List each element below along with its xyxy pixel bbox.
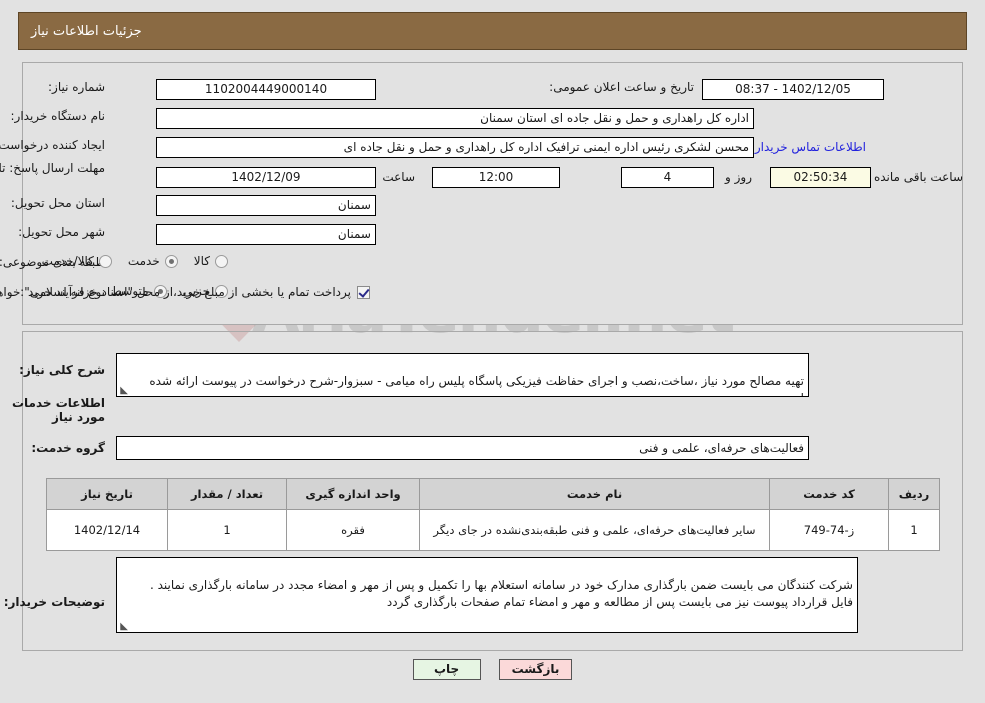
buyer-org-row: نام دستگاه خریدار: (11, 109, 106, 123)
need-number-label: شماره نیاز: (48, 80, 105, 94)
category-option-kala[interactable]: کالا (194, 254, 228, 268)
countdown-timer-value: 02:50:34 (770, 167, 871, 188)
col-index: ردیف (888, 478, 940, 510)
buyer-org-value: اداره کل راهداری و حمل و نقل جاده ای است… (156, 108, 754, 129)
radio-icon[interactable] (164, 254, 178, 268)
cell-unit: فقره (286, 509, 420, 551)
service-group-label: گروه خدمت: (31, 441, 105, 455)
page-header: جزئیات اطلاعات نیاز (18, 12, 967, 50)
announce-label-row: تاریخ و ساعت اعلان عمومی: (549, 80, 694, 94)
days-remaining-value: 4 (621, 167, 714, 188)
table-row: 1 ز-74-749 سایر فعالیت‌های حرفه‌ای، علمی… (46, 509, 940, 551)
requester-value: محسن لشکری رئیس اداره ایمنی ترافیک اداره… (156, 137, 754, 158)
province-row: استان محل تحویل: (11, 196, 105, 210)
col-code: کد خدمت (769, 478, 889, 510)
resize-grip-icon[interactable]: ◣ (119, 622, 128, 632)
resize-grip-icon[interactable]: ◣ (119, 386, 128, 396)
buyer-notes-text: شرکت کنندگان می بایست ضمن بارگذاری مدارک… (150, 578, 853, 609)
category-option-label: کالا (193, 254, 210, 268)
requester-label: ایجاد کننده درخواست: (0, 138, 105, 152)
deadline-label: مهلت ارسال پاسخ: تا تاریخ: (0, 161, 105, 175)
treasury-checkbox[interactable] (357, 285, 370, 299)
col-date: تاریخ نیاز (46, 478, 168, 510)
days-remaining-label: روز و (725, 170, 752, 184)
city-label: شهر محل تحویل: (18, 225, 105, 239)
category-radio-group: کالا خدمت کالا/خدمت (26, 254, 228, 268)
action-buttons: بازگشت چاپ (0, 659, 985, 680)
announce-datetime-value: 08:37 - 1402/12/05 (702, 79, 884, 100)
category-option-label: خدمت (127, 254, 160, 268)
need-number-row: شماره نیاز: (48, 80, 105, 94)
province-label: استان محل تحویل: (10, 196, 105, 210)
deadline-hour-value: 12:00 (432, 167, 560, 188)
radio-icon[interactable] (98, 254, 112, 268)
category-option-kala-khedmat[interactable]: کالا/خدمت (42, 254, 112, 268)
page-title: جزئیات اطلاعات نیاز (31, 23, 142, 39)
city-value: سمنان (156, 224, 376, 245)
radio-icon[interactable] (215, 254, 228, 268)
deadline-label-block: مهلت ارسال پاسخ: تا تاریخ: (0, 160, 105, 176)
need-number-value: 1102004449000140 (156, 79, 376, 100)
province-value: سمنان (156, 195, 376, 216)
requester-row: ایجاد کننده درخواست: (0, 138, 105, 152)
table-header-row: ردیف کد خدمت نام خدمت واحد اندازه گیری ت… (46, 478, 940, 510)
cell-index: 1 (888, 509, 940, 551)
col-quantity: تعداد / مقدار (167, 478, 287, 510)
cell-date: 1402/12/14 (46, 509, 168, 551)
treasury-note-text: پرداخت تمام یا بخشی از مبلغ خرید،از محل … (0, 285, 351, 299)
cell-quantity: 1 (167, 509, 287, 551)
summary-textarea[interactable]: تهیه مصالح مورد نیاز ،ساخت،نصب و اجرای ح… (116, 353, 809, 397)
city-row: شهر محل تحویل: (18, 225, 105, 239)
category-option-khedmat[interactable]: خدمت (128, 254, 178, 268)
summary-label: شرح کلی نیاز: (19, 363, 105, 377)
treasury-note-row: پرداخت تمام یا بخشی از مبلغ خرید،از محل … (0, 285, 370, 299)
buyer-contact-link[interactable]: اطلاعات تماس خریدار (755, 140, 866, 154)
category-option-label: کالا/خدمت (41, 254, 94, 268)
cell-code: ز-74-749 (769, 509, 889, 551)
buyer-notes-label: توضیحات خریدار: (3, 595, 105, 609)
back-button[interactable]: بازگشت (498, 659, 573, 680)
countdown-timer-label: ساعت باقی مانده (873, 170, 963, 184)
announce-datetime-label: تاریخ و ساعت اعلان عمومی: (549, 80, 694, 94)
buyer-notes-textarea[interactable]: شرکت کنندگان می بایست ضمن بارگذاری مدارک… (116, 557, 858, 633)
deadline-date-value: 1402/12/09 (156, 167, 376, 188)
col-name: نام خدمت (419, 478, 770, 510)
services-section-title: اطلاعات خدمات مورد نیاز (11, 396, 105, 424)
col-unit: واحد اندازه گیری (286, 478, 420, 510)
deadline-hour-label: ساعت (382, 170, 415, 184)
buyer-org-label: نام دستگاه خریدار: (10, 109, 106, 123)
cell-name: سایر فعالیت‌های حرفه‌ای، علمی و فنی طبقه… (419, 509, 770, 551)
service-group-value: فعالیت‌های حرفه‌ای، علمی و فنی (116, 436, 809, 460)
summary-text: تهیه مصالح مورد نیاز ،ساخت،نصب و اجرای ح… (149, 374, 804, 396)
services-table: ردیف کد خدمت نام خدمت واحد اندازه گیری ت… (46, 478, 940, 551)
print-button[interactable]: چاپ (412, 659, 481, 680)
